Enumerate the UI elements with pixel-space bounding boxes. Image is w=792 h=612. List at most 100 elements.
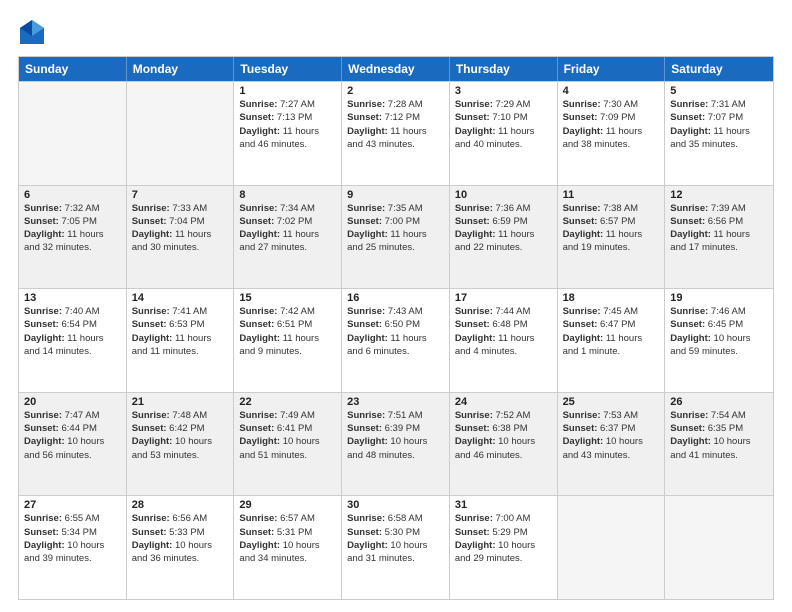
- daylight-line: Daylight: 11 hours and 4 minutes.: [455, 332, 552, 359]
- daylight-line: Daylight: 11 hours and 1 minute.: [563, 332, 660, 359]
- sunrise-line: Sunrise: 7:52 AM: [455, 409, 552, 422]
- sunrise-line: Sunrise: 7:54 AM: [670, 409, 768, 422]
- sunrise-line: Sunrise: 6:55 AM: [24, 512, 121, 525]
- sunset-line: Sunset: 6:44 PM: [24, 422, 121, 435]
- sunrise-line: Sunrise: 7:40 AM: [24, 305, 121, 318]
- calendar-body: 1 Sunrise: 7:27 AM Sunset: 7:13 PM Dayli…: [19, 81, 773, 599]
- day-number: 31: [455, 499, 552, 511]
- cal-cell-11: 11 Sunrise: 7:38 AM Sunset: 6:57 PM Dayl…: [558, 186, 666, 289]
- cal-cell-26: 26 Sunrise: 7:54 AM Sunset: 6:35 PM Dayl…: [665, 393, 773, 496]
- daylight-line: Daylight: 10 hours and 51 minutes.: [239, 435, 336, 462]
- day-number: 3: [455, 85, 552, 97]
- header-day-wednesday: Wednesday: [342, 57, 450, 81]
- daylight-line: Daylight: 11 hours and 30 minutes.: [132, 228, 229, 255]
- day-number: 25: [563, 396, 660, 408]
- day-number: 9: [347, 189, 444, 201]
- day-number: 24: [455, 396, 552, 408]
- day-number: 17: [455, 292, 552, 304]
- week-row-3: 13 Sunrise: 7:40 AM Sunset: 6:54 PM Dayl…: [19, 288, 773, 392]
- week-row-5: 27 Sunrise: 6:55 AM Sunset: 5:34 PM Dayl…: [19, 495, 773, 599]
- calendar: SundayMondayTuesdayWednesdayThursdayFrid…: [18, 56, 774, 600]
- sunrise-line: Sunrise: 7:27 AM: [239, 98, 336, 111]
- sunset-line: Sunset: 6:47 PM: [563, 318, 660, 331]
- daylight-line: Daylight: 11 hours and 17 minutes.: [670, 228, 768, 255]
- day-number: 26: [670, 396, 768, 408]
- day-number: 27: [24, 499, 121, 511]
- day-number: 10: [455, 189, 552, 201]
- sunrise-line: Sunrise: 7:35 AM: [347, 202, 444, 215]
- cal-cell-27: 27 Sunrise: 6:55 AM Sunset: 5:34 PM Dayl…: [19, 496, 127, 599]
- sunset-line: Sunset: 7:05 PM: [24, 215, 121, 228]
- daylight-line: Daylight: 11 hours and 43 minutes.: [347, 125, 444, 152]
- sunrise-line: Sunrise: 7:30 AM: [563, 98, 660, 111]
- sunset-line: Sunset: 6:50 PM: [347, 318, 444, 331]
- day-number: 20: [24, 396, 121, 408]
- sunrise-line: Sunrise: 7:49 AM: [239, 409, 336, 422]
- sunrise-line: Sunrise: 7:31 AM: [670, 98, 768, 111]
- day-number: 1: [239, 85, 336, 97]
- sunset-line: Sunset: 6:51 PM: [239, 318, 336, 331]
- sunrise-line: Sunrise: 6:58 AM: [347, 512, 444, 525]
- sunset-line: Sunset: 7:13 PM: [239, 111, 336, 124]
- day-number: 7: [132, 189, 229, 201]
- sunset-line: Sunset: 6:37 PM: [563, 422, 660, 435]
- sunrise-line: Sunrise: 7:32 AM: [24, 202, 121, 215]
- cal-cell-5: 5 Sunrise: 7:31 AM Sunset: 7:07 PM Dayli…: [665, 82, 773, 185]
- day-number: 11: [563, 189, 660, 201]
- sunset-line: Sunset: 6:45 PM: [670, 318, 768, 331]
- sunset-line: Sunset: 5:33 PM: [132, 526, 229, 539]
- cal-cell-19: 19 Sunrise: 7:46 AM Sunset: 6:45 PM Dayl…: [665, 289, 773, 392]
- daylight-line: Daylight: 10 hours and 53 minutes.: [132, 435, 229, 462]
- sunset-line: Sunset: 7:07 PM: [670, 111, 768, 124]
- day-number: 19: [670, 292, 768, 304]
- cal-cell-21: 21 Sunrise: 7:48 AM Sunset: 6:42 PM Dayl…: [127, 393, 235, 496]
- day-number: 29: [239, 499, 336, 511]
- cal-cell-7: 7 Sunrise: 7:33 AM Sunset: 7:04 PM Dayli…: [127, 186, 235, 289]
- cal-cell-empty-0: [19, 82, 127, 185]
- daylight-line: Daylight: 11 hours and 38 minutes.: [563, 125, 660, 152]
- cal-cell-6: 6 Sunrise: 7:32 AM Sunset: 7:05 PM Dayli…: [19, 186, 127, 289]
- day-number: 8: [239, 189, 336, 201]
- cal-cell-14: 14 Sunrise: 7:41 AM Sunset: 6:53 PM Dayl…: [127, 289, 235, 392]
- sunset-line: Sunset: 5:34 PM: [24, 526, 121, 539]
- daylight-line: Daylight: 10 hours and 43 minutes.: [563, 435, 660, 462]
- cal-cell-12: 12 Sunrise: 7:39 AM Sunset: 6:56 PM Dayl…: [665, 186, 773, 289]
- sunrise-line: Sunrise: 7:34 AM: [239, 202, 336, 215]
- cal-cell-4: 4 Sunrise: 7:30 AM Sunset: 7:09 PM Dayli…: [558, 82, 666, 185]
- sunrise-line: Sunrise: 7:53 AM: [563, 409, 660, 422]
- daylight-line: Daylight: 10 hours and 56 minutes.: [24, 435, 121, 462]
- sunrise-line: Sunrise: 7:29 AM: [455, 98, 552, 111]
- daylight-line: Daylight: 10 hours and 29 minutes.: [455, 539, 552, 566]
- cal-cell-13: 13 Sunrise: 7:40 AM Sunset: 6:54 PM Dayl…: [19, 289, 127, 392]
- day-number: 22: [239, 396, 336, 408]
- sunset-line: Sunset: 6:38 PM: [455, 422, 552, 435]
- header-day-thursday: Thursday: [450, 57, 558, 81]
- daylight-line: Daylight: 10 hours and 59 minutes.: [670, 332, 768, 359]
- sunrise-line: Sunrise: 7:51 AM: [347, 409, 444, 422]
- sunset-line: Sunset: 5:29 PM: [455, 526, 552, 539]
- cal-cell-23: 23 Sunrise: 7:51 AM Sunset: 6:39 PM Dayl…: [342, 393, 450, 496]
- sunset-line: Sunset: 6:54 PM: [24, 318, 121, 331]
- sunset-line: Sunset: 6:56 PM: [670, 215, 768, 228]
- cal-cell-9: 9 Sunrise: 7:35 AM Sunset: 7:00 PM Dayli…: [342, 186, 450, 289]
- cal-cell-1: 1 Sunrise: 7:27 AM Sunset: 7:13 PM Dayli…: [234, 82, 342, 185]
- cal-cell-17: 17 Sunrise: 7:44 AM Sunset: 6:48 PM Dayl…: [450, 289, 558, 392]
- sunset-line: Sunset: 6:59 PM: [455, 215, 552, 228]
- daylight-line: Daylight: 11 hours and 25 minutes.: [347, 228, 444, 255]
- sunset-line: Sunset: 7:10 PM: [455, 111, 552, 124]
- cal-cell-8: 8 Sunrise: 7:34 AM Sunset: 7:02 PM Dayli…: [234, 186, 342, 289]
- sunrise-line: Sunrise: 7:36 AM: [455, 202, 552, 215]
- sunrise-line: Sunrise: 7:42 AM: [239, 305, 336, 318]
- sunset-line: Sunset: 7:12 PM: [347, 111, 444, 124]
- cal-cell-empty-6: [665, 496, 773, 599]
- sunset-line: Sunset: 6:42 PM: [132, 422, 229, 435]
- daylight-line: Daylight: 11 hours and 27 minutes.: [239, 228, 336, 255]
- daylight-line: Daylight: 11 hours and 6 minutes.: [347, 332, 444, 359]
- sunset-line: Sunset: 5:31 PM: [239, 526, 336, 539]
- daylight-line: Daylight: 10 hours and 36 minutes.: [132, 539, 229, 566]
- sunset-line: Sunset: 6:53 PM: [132, 318, 229, 331]
- cal-cell-31: 31 Sunrise: 7:00 AM Sunset: 5:29 PM Dayl…: [450, 496, 558, 599]
- page: SundayMondayTuesdayWednesdayThursdayFrid…: [0, 0, 792, 612]
- sunrise-line: Sunrise: 7:33 AM: [132, 202, 229, 215]
- sunrise-line: Sunrise: 7:44 AM: [455, 305, 552, 318]
